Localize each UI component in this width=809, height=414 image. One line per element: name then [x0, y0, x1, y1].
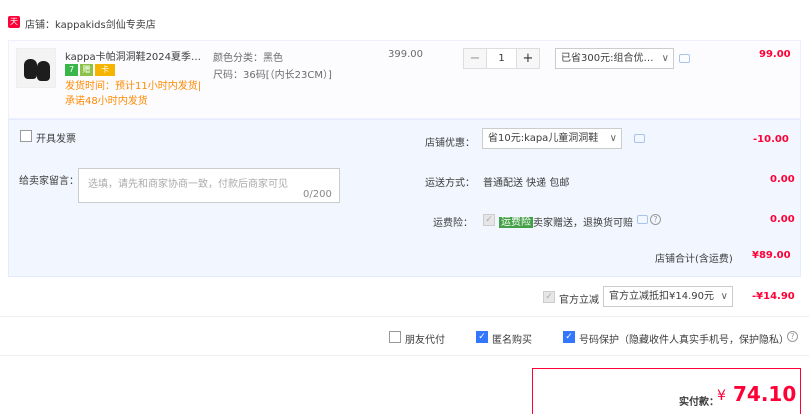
item-discount-label: 已省300元:组合优… [561, 53, 654, 64]
shipping-amount: 0.00 [770, 174, 795, 185]
item-discount-select[interactable]: 已省300元:组合优… ∨ [555, 48, 674, 69]
shop-discount-select[interactable]: 省10元:kapa儿童洞洞鞋 ∨ [482, 128, 622, 149]
unit-price: 399.00 [388, 49, 423, 60]
anonymous-label: 匿名购买 [492, 335, 532, 346]
product-title[interactable]: kappa卡帕洞洞鞋2024夏季凉… [65, 48, 210, 63]
shop-name[interactable]: 店铺：kappakids剑仙专卖店 [25, 16, 156, 31]
insurance-amount: 0.00 [770, 214, 795, 225]
chevron-down-icon: ∨ [661, 53, 669, 64]
chevron-down-icon: ∨ [720, 291, 728, 302]
increase-button[interactable]: + [517, 49, 539, 68]
anonymous-checkbox[interactable]: ✓ [476, 331, 488, 343]
payment-label: 实付款： [679, 397, 719, 408]
official-discount-checkbox: ✓ [543, 291, 555, 303]
friend-pay-checkbox[interactable] [389, 331, 401, 343]
divider [0, 355, 809, 356]
shop-discount-value: 省10元:kapa儿童洞洞鞋 [488, 133, 599, 144]
shipping-method: 普通配送 快递 包邮 [483, 178, 570, 189]
privacy-checkbox[interactable]: ✓ [563, 331, 575, 343]
insurance-desc: 卖家赠送，退换货可赔 [533, 218, 633, 229]
chat-icon[interactable] [634, 134, 645, 143]
official-discount-label: 官方立减 [559, 295, 599, 306]
official-discount-value: 官方立减抵扣¥14.90元 [609, 291, 714, 302]
invoice-label: 开具发票 [36, 134, 76, 145]
color-attribute: 颜色分类：黑色 [213, 53, 283, 64]
friend-pay-label: 朋友代付 [405, 335, 445, 346]
decrease-button[interactable]: − [464, 49, 486, 68]
chat-icon[interactable] [679, 54, 690, 63]
ship-time-note: 发货时间：预计11小时内发货|承诺48小时内发货 [65, 81, 202, 107]
help-icon[interactable]: ? [787, 331, 798, 342]
insurance-checkbox: ✓ [483, 214, 495, 226]
insurance-label: 运费险： [433, 218, 473, 229]
invoice-checkbox[interactable] [20, 130, 32, 142]
quantity-input[interactable]: 1 [486, 49, 517, 68]
divider [0, 316, 809, 317]
shop-total-label: 店铺合计(含运费) [655, 254, 733, 265]
payment-amount: 74.10 [733, 382, 797, 406]
chat-icon[interactable] [637, 215, 648, 224]
product-thumbnail[interactable] [16, 48, 56, 88]
privacy-label: 号码保护（隐藏收件人真实手机号，保护隐私） [579, 335, 789, 346]
service-badge: 7 [65, 64, 78, 76]
size-attribute: 尺码：36码[（内长23CM）] [213, 70, 332, 81]
insurance-tag: 运费险 [499, 217, 533, 228]
shop-icon: 天猫 [8, 16, 20, 38]
shop-total-amount: ¥89.00 [752, 250, 791, 261]
chevron-down-icon: ∨ [609, 133, 617, 144]
card-badge: 卡 [95, 64, 115, 76]
shop-discount-label: 店铺优惠： [425, 138, 475, 149]
official-discount-amount: -¥14.90 [752, 291, 795, 302]
official-discount-select[interactable]: 官方立减抵扣¥14.90元 ∨ [603, 286, 733, 307]
help-icon[interactable]: ? [650, 214, 661, 225]
shoe-image-left [24, 59, 37, 79]
message-label: 给卖家留言： [19, 176, 79, 187]
shoe-image-right [37, 61, 50, 81]
shipping-label: 运送方式： [425, 178, 475, 189]
gift-badge: 赠 [80, 64, 93, 76]
message-char-count: 0/200 [303, 189, 332, 200]
currency-symbol: ¥ [717, 388, 726, 404]
quantity-stepper[interactable]: − 1 + [463, 48, 540, 69]
shop-discount-amount: -10.00 [753, 134, 789, 145]
message-placeholder: 选填，请先和商家协商一致，付款后商家可见 [88, 179, 288, 190]
item-subtotal: 99.00 [759, 49, 791, 60]
